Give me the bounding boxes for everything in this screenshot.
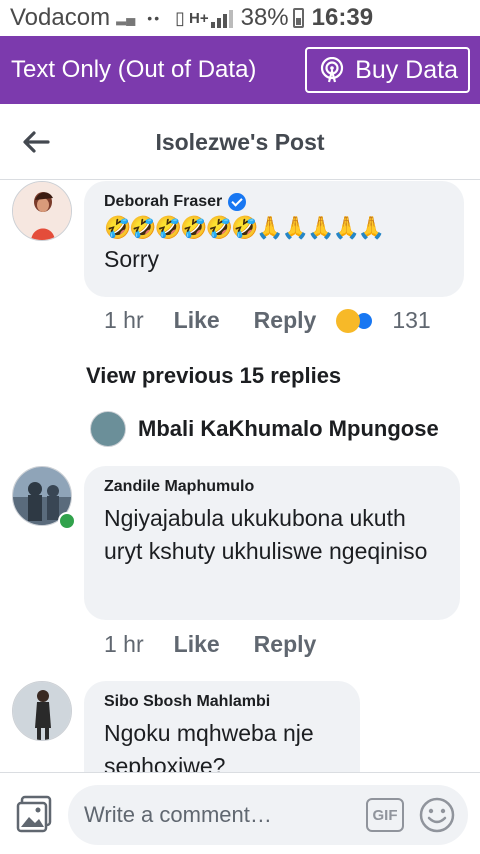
reply-preview[interactable]: Mbali KaKhumalo Mpungose — [90, 411, 439, 447]
comment-author[interactable]: Deborah Fraser — [104, 193, 444, 211]
reactions-summary[interactable]: 131 — [336, 307, 431, 334]
buy-data-label: Buy Data — [355, 55, 458, 84]
data-mode-label: Text Only (Out of Data) — [11, 56, 257, 83]
status-bar: Vodacom ▂▄ •• ▯ H+ 38% 16:39 — [0, 0, 480, 36]
author-name[interactable]: Zandile Maphumulo — [104, 478, 254, 496]
comment-composer: GIF — [0, 772, 480, 854]
post-header: Isolezwe's Post — [0, 104, 480, 180]
comment-bubble[interactable]: Deborah Fraser 🤣🤣🤣🤣🤣🤣🙏🙏🙏🙏🙏 Sorry — [84, 181, 464, 297]
comment-text: Ngiyajabula ukukubona ukuth uryt kshuty … — [104, 505, 428, 564]
verified-badge-icon — [228, 193, 247, 211]
profile-photo-icon — [13, 682, 71, 740]
network-type: H+ — [189, 9, 209, 27]
comment-time: 1 hr — [104, 631, 144, 657]
carrier-name: Vodacom — [10, 4, 111, 31]
comment-time: 1 hr — [104, 307, 144, 333]
battery-icon — [292, 8, 304, 28]
comment-box[interactable]: GIF — [68, 785, 468, 845]
author-name[interactable]: Deborah Fraser — [104, 193, 222, 211]
avatar[interactable] — [90, 411, 126, 447]
page-title: Isolezwe's Post — [155, 129, 325, 155]
comment-actions: 1 hr Like Reply — [104, 631, 350, 658]
reply-button[interactable]: Reply — [254, 307, 317, 334]
avatar[interactable] — [12, 181, 72, 241]
comments-feed[interactable]: Deborah Fraser 🤣🤣🤣🤣🤣🤣🙏🙏🙏🙏🙏 Sorry 1 hr Li… — [0, 181, 480, 772]
emoji-icon[interactable] — [418, 796, 456, 834]
reply-button[interactable]: Reply — [254, 631, 317, 658]
view-previous-replies-link[interactable]: View previous 15 replies — [86, 363, 341, 389]
reply-author[interactable]: Mbali KaKhumalo Mpungose — [138, 416, 439, 442]
clock: 16:39 — [311, 4, 374, 31]
notification-dots-icon: •• — [147, 10, 162, 26]
comment-author[interactable]: Sibo Sbosh Mahlambi — [104, 693, 340, 711]
comment-input[interactable] — [84, 785, 344, 845]
gif-button[interactable]: GIF — [366, 798, 404, 832]
like-button[interactable]: Like — [174, 631, 220, 658]
comment-text: Sorry — [104, 246, 159, 272]
buy-data-button[interactable]: Buy Data — [305, 47, 470, 93]
broadcast-icon — [321, 57, 344, 83]
data-banner: Text Only (Out of Data) Buy Data — [0, 36, 480, 104]
avatar[interactable] — [12, 681, 72, 741]
author-name[interactable]: Sibo Sbosh Mahlambi — [104, 693, 270, 711]
battery-percent: 38% — [240, 4, 289, 31]
profile-photo-icon — [13, 182, 71, 240]
sim-signal-icon: ▂▄ — [116, 10, 136, 25]
comment-bubble[interactable]: Sibo Sbosh Mahlambi Ngoku mqhweba nje se… — [84, 681, 360, 772]
haha-reaction-icon — [336, 308, 361, 333]
photo-icon[interactable] — [16, 795, 54, 833]
online-status-icon — [58, 512, 76, 530]
reaction-count: 131 — [392, 307, 431, 333]
signal-strength-icon — [210, 8, 233, 28]
comment-text: Ngoku mqhweba nje sephoxiwe? — [104, 720, 314, 772]
like-button[interactable]: Like — [174, 307, 220, 334]
comment-bubble[interactable]: Zandile Maphumulo Ngiyajabula ukukubona … — [84, 466, 460, 620]
comment-emojis: 🤣🤣🤣🤣🤣🤣🙏🙏🙏🙏🙏 — [104, 215, 385, 240]
comment-actions: 1 hr Like Reply 131 — [104, 307, 464, 334]
comment-author[interactable]: Zandile Maphumulo — [104, 478, 440, 496]
vibrate-icon: ▯ — [175, 7, 186, 28]
